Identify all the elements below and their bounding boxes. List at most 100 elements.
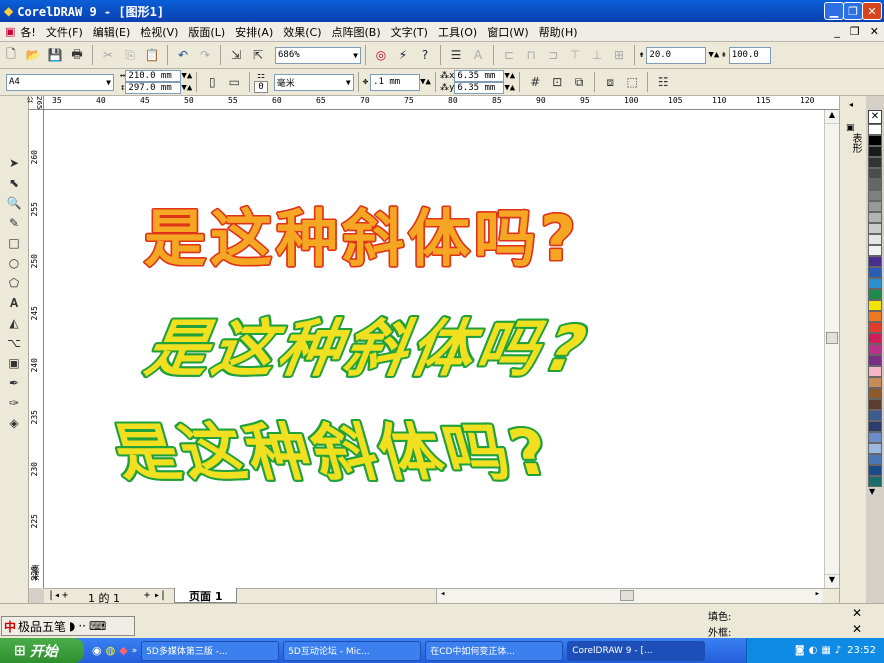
export-icon[interactable]: ⇱ — [249, 46, 267, 64]
shape-tool-icon[interactable]: ⬉ — [5, 174, 23, 192]
canvas-text-back-slanted[interactable]: 是这种斜体吗? — [101, 402, 563, 492]
menu-edit[interactable]: 编辑(E) — [93, 24, 131, 40]
doc-restore-icon[interactable]: ❐ — [850, 25, 860, 38]
rectangle-tool-icon[interactable]: □ — [5, 234, 23, 252]
horizontal-scroll-thumb[interactable] — [620, 590, 634, 601]
color-swatch[interactable] — [868, 410, 882, 421]
scroll-left-icon[interactable]: ◂ — [440, 589, 445, 599]
palette-scroll-icon[interactable]: ▼ — [869, 487, 884, 496]
whats-this-icon[interactable]: ? — [416, 46, 434, 64]
treat-as-filled-icon[interactable]: ⧈ — [601, 73, 619, 91]
quicklaunch-browser-icon[interactable]: ◍ — [106, 644, 116, 657]
color-swatch[interactable] — [868, 366, 882, 377]
tray-icon-1[interactable]: ◙ — [795, 645, 805, 656]
transparency-tool-icon[interactable]: ▣ — [5, 354, 23, 372]
align-right-icon[interactable]: ⊐ — [544, 46, 562, 64]
redo-icon[interactable]: ↷ — [196, 46, 214, 64]
color-swatch[interactable] — [868, 135, 882, 146]
dup-y-spin[interactable]: ▼▲ — [504, 83, 515, 93]
color-swatch[interactable] — [868, 124, 882, 135]
color-swatch[interactable] — [868, 333, 882, 344]
polygon-tool-icon[interactable]: ⬠ — [5, 274, 23, 292]
maximize-button[interactable]: ❐ — [843, 2, 863, 20]
zoom-select[interactable]: 686% — [275, 46, 361, 64]
copy-icon[interactable]: ⎘ — [121, 46, 139, 64]
horizontal-ruler[interactable]: 35 40 45 50 55 60 65 70 75 80 85 90 95 100 105 110 115 12… — [44, 96, 852, 117]
tray-volume-icon[interactable]: ♪ — [835, 645, 841, 656]
open-icon[interactable]: 📂 — [24, 46, 42, 64]
save-icon[interactable]: 💾 — [46, 46, 64, 64]
docker-tab-shape[interactable]: 表形 — [848, 133, 863, 153]
color-swatch[interactable] — [868, 179, 882, 190]
height-spin[interactable]: ▼▲ — [181, 83, 192, 93]
color-swatch[interactable] — [868, 256, 882, 267]
width-spin[interactable]: ▼▲ — [181, 71, 192, 81]
color-swatch[interactable] — [868, 267, 882, 278]
color-swatch[interactable] — [868, 421, 882, 432]
quicklaunch-media-icon[interactable]: ◉ — [92, 644, 102, 657]
menu-layout[interactable]: 版面(L) — [188, 24, 225, 40]
color-swatch[interactable] — [868, 454, 882, 465]
draw-bounds-icon[interactable]: ⬚ — [623, 73, 641, 91]
color-swatch[interactable] — [868, 377, 882, 388]
options-icon[interactable]: ☷ — [654, 73, 672, 91]
menu-arrange[interactable]: 安排(A) — [235, 24, 273, 40]
landscape-icon[interactable]: ▭ — [225, 73, 243, 91]
vertical-scroll-thumb[interactable] — [826, 332, 838, 344]
nudge-input[interactable]: .1 mm — [370, 73, 421, 91]
color-swatch[interactable] — [868, 212, 882, 223]
menu-text[interactable]: 文字(T) — [391, 24, 428, 40]
menu-bitmaps[interactable]: 点阵图(B) — [332, 24, 381, 40]
app-launcher-icon[interactable]: ◎ — [372, 46, 390, 64]
color-swatch[interactable] — [868, 476, 882, 487]
scroll-down-icon[interactable]: ▼ — [825, 574, 839, 588]
drawing-scale-icon[interactable]: ⚏ — [257, 71, 265, 81]
task-button-3[interactable]: 在CD中如何变正体... — [425, 640, 564, 661]
color-swatch[interactable] — [868, 311, 882, 322]
char-format-icon[interactable]: A — [469, 46, 487, 64]
doc-close-icon[interactable]: ✕ — [870, 25, 879, 38]
color-swatch[interactable] — [868, 432, 882, 443]
page-width-input[interactable]: 210.0 mm — [125, 70, 182, 82]
no-fill-swatch[interactable]: ✕ — [868, 110, 882, 124]
print-icon[interactable]: 🖶 — [68, 46, 86, 64]
quicklaunch-more-icon[interactable]: » — [132, 646, 138, 656]
scroll-right-icon[interactable]: ▸ — [815, 589, 820, 599]
color-swatch[interactable] — [868, 322, 882, 333]
tray-icon-3[interactable]: ▦ — [821, 645, 830, 656]
page-height-input[interactable]: 297.0 mm — [125, 82, 182, 94]
align-center-icon[interactable]: ⊓ — [522, 46, 540, 64]
color-swatch[interactable] — [868, 278, 882, 289]
distribute-icon[interactable]: ⊞ — [610, 46, 628, 64]
menu-view[interactable]: 检视(V) — [140, 24, 178, 40]
color-swatch[interactable] — [868, 245, 882, 256]
interactive-fill-icon[interactable]: ◭ — [5, 314, 23, 332]
objects-snap-icon[interactable]: ⧉ — [570, 73, 588, 91]
docker-window-icon[interactable]: ▣ — [846, 123, 866, 133]
text-tool-icon-2[interactable]: 𝐀 — [5, 294, 23, 312]
start-button[interactable]: ⊞ 开始 — [0, 638, 84, 663]
menu-prefix[interactable]: 各! — [20, 24, 35, 40]
quicklaunch-corel-icon[interactable]: ◆ — [119, 644, 127, 657]
docker-arrow-icon[interactable]: ◂ — [849, 100, 866, 109]
canvas-text-upright[interactable]: 是这种斜体吗? — [144, 188, 580, 278]
scale-input[interactable]: 100.0 — [728, 46, 771, 64]
task-button-1[interactable]: 5D多媒体第三版 -... — [141, 640, 280, 661]
page-tab-1[interactable]: 页面 1 — [174, 588, 238, 603]
dup-x-spin[interactable]: ▼▲ — [504, 71, 515, 81]
align-top-icon[interactable]: ⊤ — [566, 46, 584, 64]
color-swatch[interactable] — [868, 146, 882, 157]
blend-tool-icon[interactable]: ⌥ — [5, 334, 23, 352]
color-swatch[interactable] — [868, 344, 882, 355]
dup-x-input[interactable]: 6.35 mm — [454, 70, 505, 82]
close-button[interactable]: ✕ — [862, 2, 882, 20]
align-bottom-icon[interactable]: ⊥ — [588, 46, 606, 64]
color-swatch[interactable] — [868, 168, 882, 179]
horizontal-scrollbar[interactable]: ◂ ▸ — [436, 589, 823, 603]
menu-window[interactable]: 窗口(W) — [487, 24, 528, 40]
color-swatch[interactable] — [868, 465, 882, 476]
task-button-4[interactable]: CorelDRAW 9 - [... — [567, 640, 706, 661]
ime-punct-icon[interactable]: ·· — [78, 619, 86, 633]
portrait-icon[interactable]: ▯ — [203, 73, 221, 91]
drawing-canvas[interactable]: 是这种斜体吗? 是这种斜体吗? 是这种斜体吗? — [44, 110, 824, 588]
